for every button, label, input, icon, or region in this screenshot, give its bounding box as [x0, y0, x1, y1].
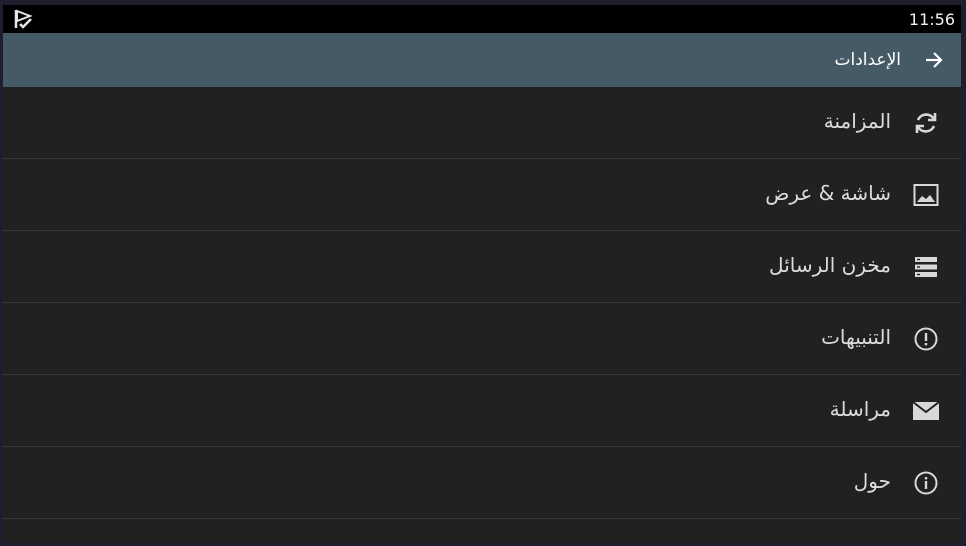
- info-icon: [911, 468, 941, 498]
- status-time: 11:56: [908, 10, 955, 29]
- flag-check-icon: [13, 8, 35, 30]
- settings-item-display[interactable]: شاشة & عرض: [3, 159, 961, 231]
- settings-item-label: مراسلة: [829, 397, 891, 421]
- storage-icon: [911, 252, 941, 282]
- arrow-right-icon: [924, 50, 944, 70]
- settings-item-label: شاشة & عرض: [765, 181, 891, 205]
- app-window: 11:56 الإعدادات المزامنة شاشة & عرض مخزن…: [3, 5, 961, 543]
- back-button[interactable]: [907, 33, 961, 87]
- image-icon: [911, 180, 941, 210]
- alert-icon: [911, 324, 941, 354]
- sync-icon: [911, 108, 941, 138]
- app-bar: الإعدادات: [3, 33, 961, 87]
- settings-item-label: التنبيهات: [821, 325, 891, 349]
- settings-list: المزامنة شاشة & عرض مخزن الرسائل التنبيه…: [3, 87, 961, 519]
- settings-item-about[interactable]: حول: [3, 447, 961, 519]
- mail-icon: [911, 396, 941, 426]
- page-title: الإعدادات: [834, 50, 901, 70]
- settings-item-sync[interactable]: المزامنة: [3, 87, 961, 159]
- settings-item-messaging[interactable]: مراسلة: [3, 375, 961, 447]
- settings-item-label: المزامنة: [823, 109, 891, 133]
- settings-item-notifications[interactable]: التنبيهات: [3, 303, 961, 375]
- settings-item-storage[interactable]: مخزن الرسائل: [3, 231, 961, 303]
- settings-item-label: حول: [853, 469, 891, 493]
- settings-item-label: مخزن الرسائل: [769, 253, 891, 277]
- status-bar: 11:56: [3, 5, 961, 33]
